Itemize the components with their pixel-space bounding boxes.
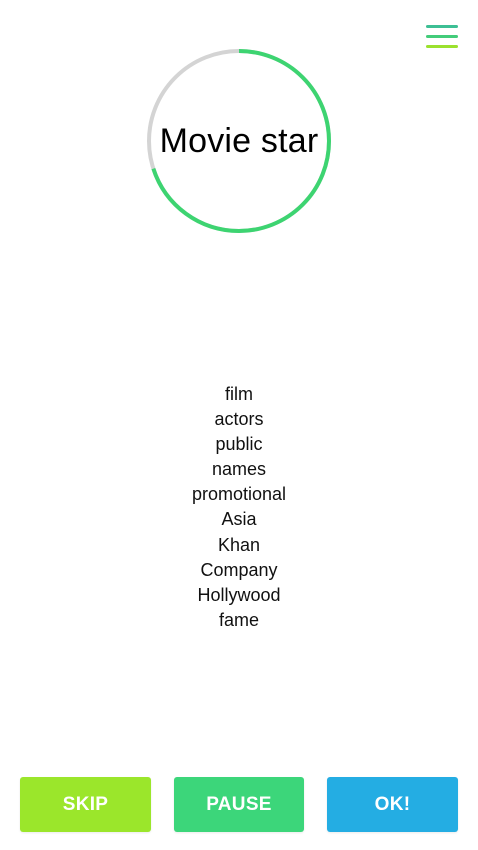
hint-word-list: film actors public names promotional Asia Khan… bbox=[0, 382, 478, 633]
menu-button[interactable] bbox=[424, 22, 460, 52]
hint-word: fame bbox=[218, 609, 260, 630]
action-bar: SKIP PAUSE OK! bbox=[0, 777, 478, 832]
menu-icon-bar-middle bbox=[426, 35, 458, 38]
skip-button[interactable]: SKIP bbox=[20, 777, 151, 832]
hint-word: Asia bbox=[221, 509, 257, 530]
hint-word: promotional bbox=[191, 484, 287, 505]
current-word: Movie star bbox=[159, 121, 319, 160]
hint-word: Khan bbox=[217, 534, 261, 555]
hint-word: film bbox=[225, 384, 253, 404]
hint-word: actors bbox=[214, 409, 264, 430]
ok-button[interactable]: OK! bbox=[327, 777, 458, 832]
hint-word: public bbox=[215, 434, 263, 455]
menu-icon-bar-top bbox=[426, 25, 458, 28]
hint-word: names bbox=[211, 459, 267, 480]
timer: Movie star bbox=[146, 48, 332, 234]
hint-word: Hollywood bbox=[197, 584, 281, 605]
menu-icon-bar-bottom bbox=[426, 45, 458, 48]
pause-button[interactable]: PAUSE bbox=[174, 777, 304, 832]
hint-word: Company bbox=[200, 559, 278, 580]
